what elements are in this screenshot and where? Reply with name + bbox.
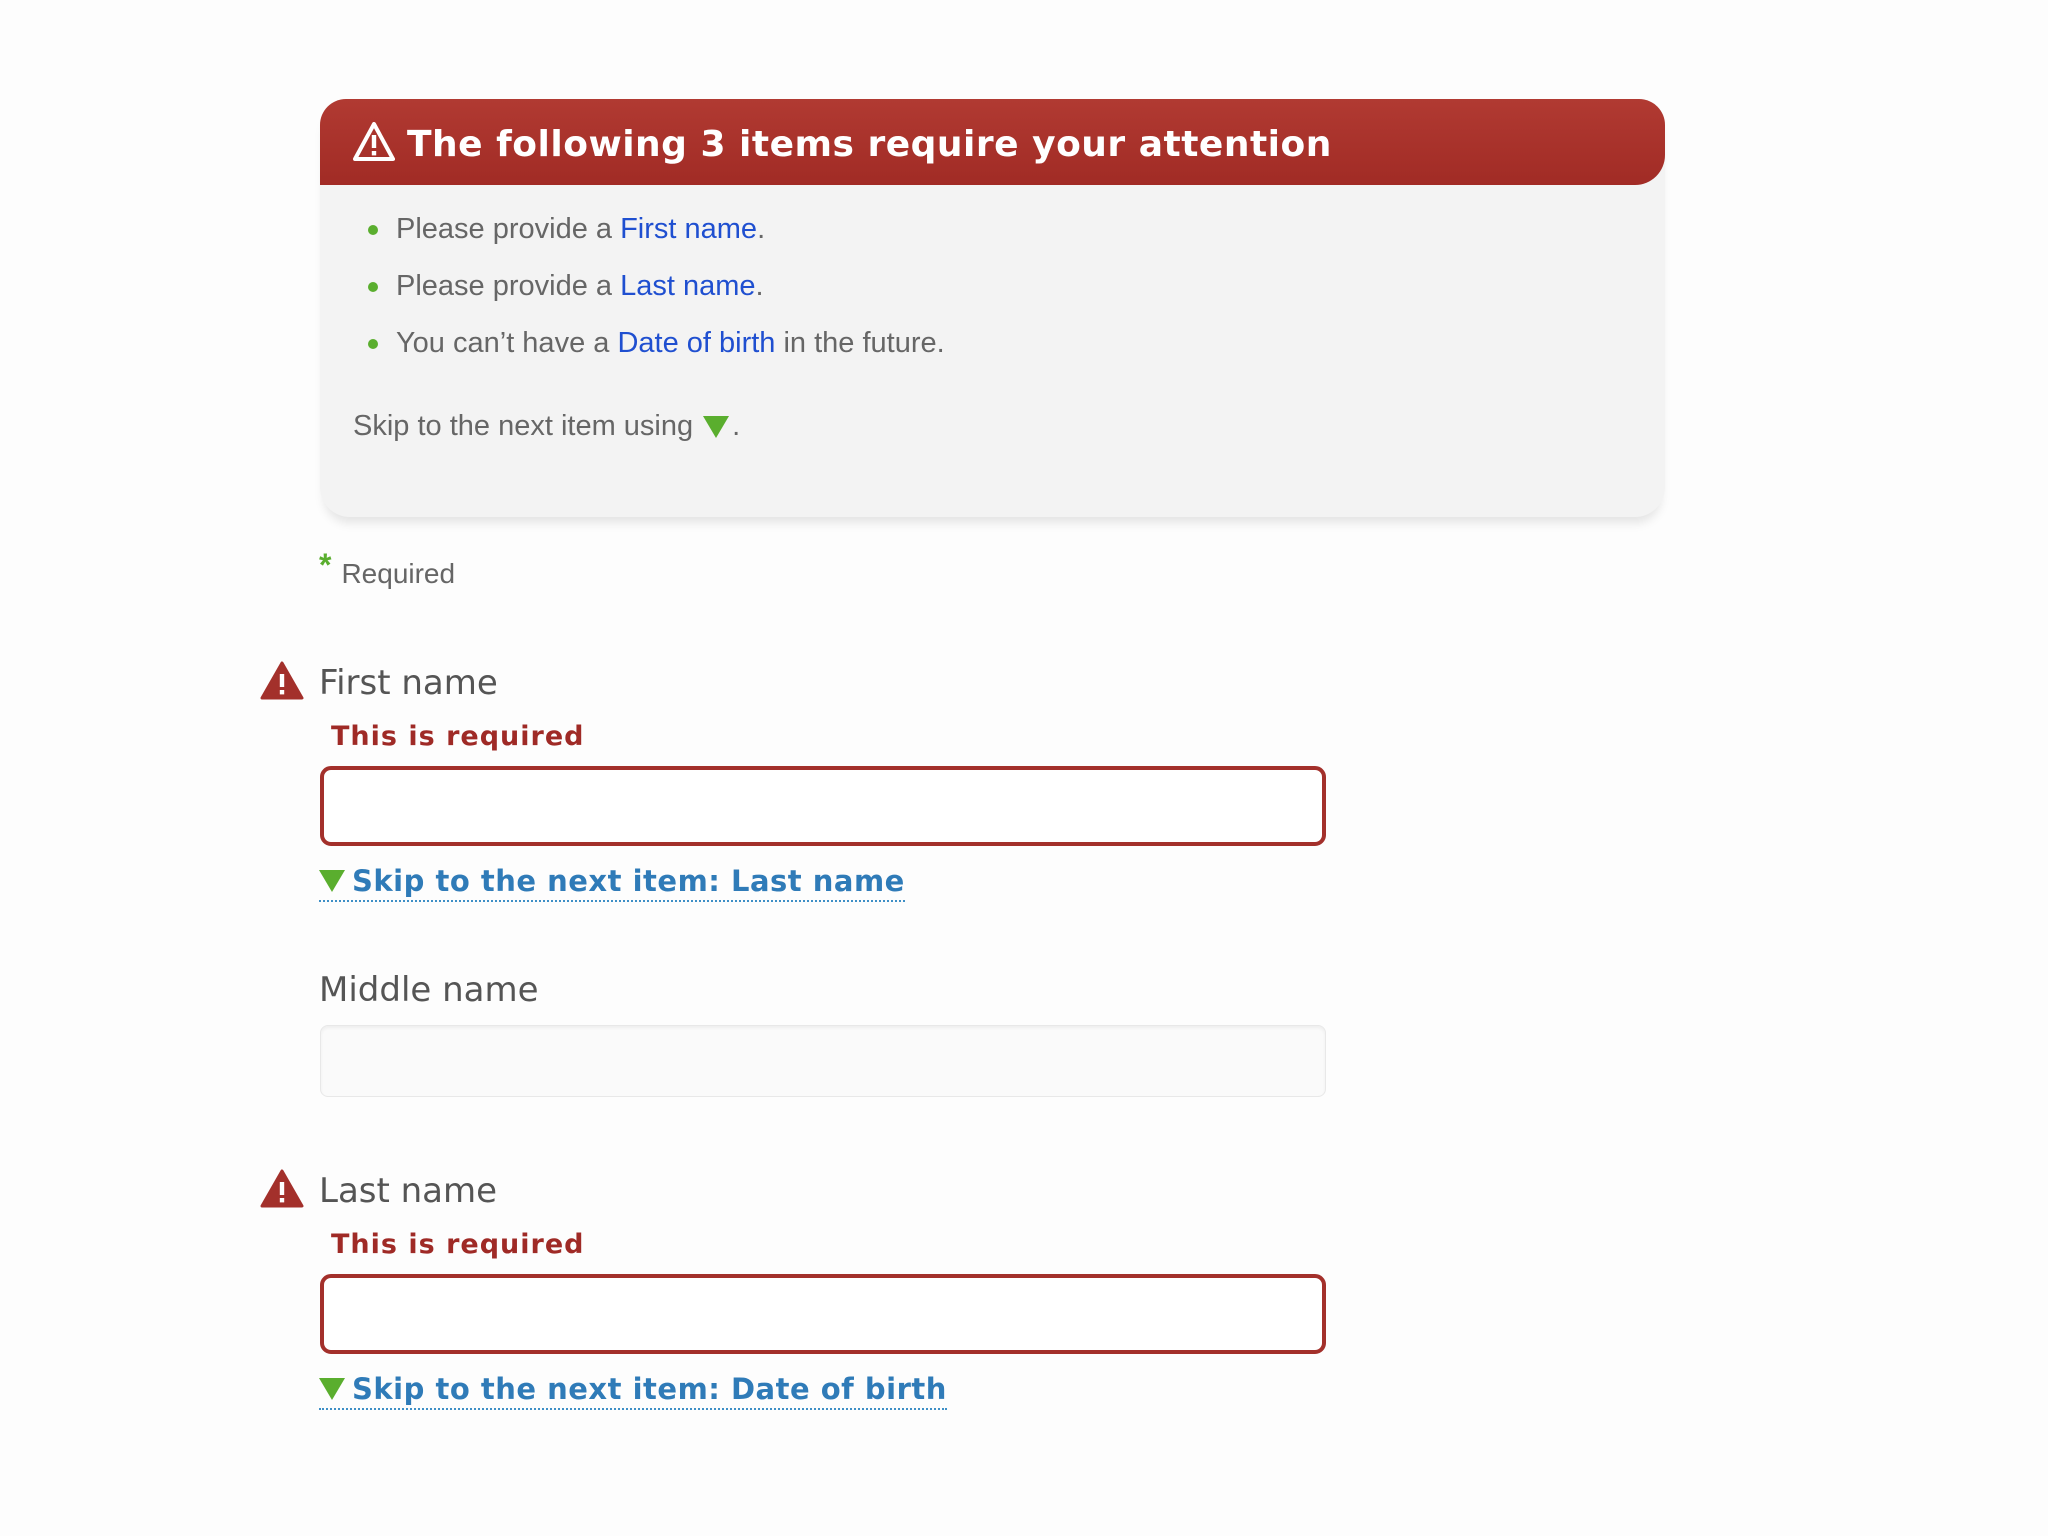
error-summary-header: The following 3 items require your atten… (320, 99, 1665, 185)
first-name-error-message: This is required (331, 721, 585, 752)
error-summary-item-suffix: . (757, 213, 766, 245)
triangle-down-icon (319, 870, 345, 892)
error-summary-panel: The following 3 items require your atten… (320, 99, 1665, 517)
bullet-icon (368, 225, 378, 235)
last-name-error-message: This is required (331, 1229, 585, 1260)
middle-name-label: Middle name (319, 970, 539, 1010)
error-summary-item: Please provide a Last name. (368, 270, 945, 327)
middle-name-input[interactable] (320, 1025, 1326, 1097)
required-legend-label: Required (341, 558, 456, 589)
skip-instruction-text: Skip to the next item using (353, 410, 694, 442)
first-name-label: First name (319, 663, 498, 703)
warning-icon (353, 122, 395, 161)
last-name-input[interactable] (320, 1274, 1326, 1354)
error-summary-item: You can’t have a Date of birth in the fu… (368, 327, 945, 384)
skip-link-label: Skip to the next item: Date of birth (352, 1372, 947, 1406)
skip-to-date-of-birth-link[interactable]: Skip to the next item: Date of birth (319, 1372, 947, 1410)
error-summary-item-prefix: You can’t have a (396, 327, 618, 359)
required-asterisk-icon: * (319, 547, 332, 583)
error-summary-item-prefix: Please provide a (396, 213, 621, 245)
bullet-icon (368, 282, 378, 292)
skip-link-label: Skip to the next item: Last name (352, 864, 905, 898)
skip-instruction: Skip to the next item using . (353, 410, 740, 443)
last-name-label: Last name (319, 1171, 498, 1211)
error-link-last-name[interactable]: Last name (620, 270, 755, 302)
required-legend: * Required (319, 547, 455, 589)
skip-instruction-suffix: . (732, 410, 741, 442)
error-summary-item: Please provide a First name. (368, 213, 945, 270)
first-name-input[interactable] (320, 766, 1326, 846)
error-link-date-of-birth[interactable]: Date of birth (617, 327, 775, 359)
error-summary-item-suffix: in the future. (775, 327, 945, 359)
warning-icon (260, 661, 304, 700)
error-summary-item-suffix: . (755, 270, 764, 302)
skip-to-last-name-link[interactable]: Skip to the next item: Last name (319, 864, 905, 902)
bullet-icon (368, 339, 378, 349)
error-summary-list: Please provide a First name. Please prov… (368, 213, 945, 384)
error-link-first-name[interactable]: First name (620, 213, 757, 245)
error-summary-item-prefix: Please provide a (396, 270, 621, 302)
error-summary-title: The following 3 items require your atten… (407, 123, 1332, 165)
triangle-down-icon (703, 415, 730, 438)
triangle-down-icon (319, 1378, 345, 1400)
warning-icon (260, 1169, 304, 1208)
